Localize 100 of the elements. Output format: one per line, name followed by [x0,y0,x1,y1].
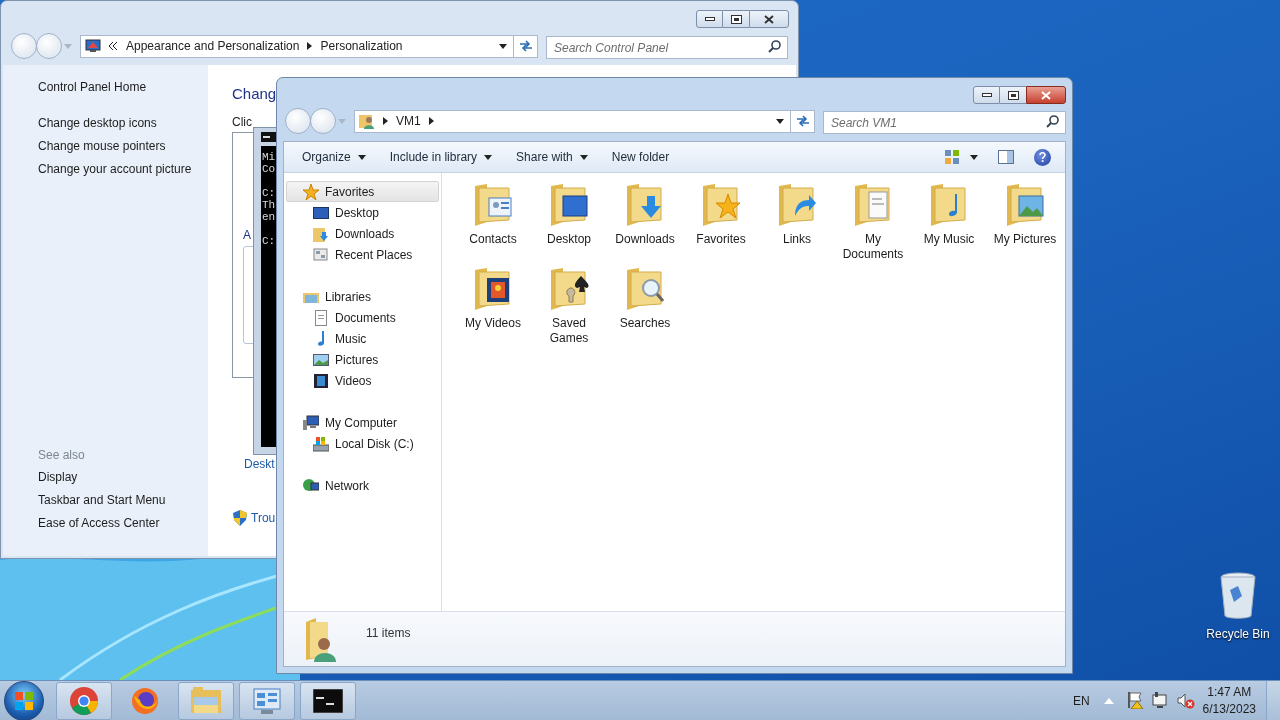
sidebar-link[interactable]: Change mouse pointers [38,138,166,161]
address-bar[interactable]: Appearance and Personalization Personalization [80,34,514,58]
picture-icon [313,351,329,368]
toolbar-button[interactable]: New folder [603,145,678,169]
restore-icon [730,14,742,24]
folder-item[interactable]: Links [759,180,835,247]
nav-item[interactable]: Downloads [286,223,439,244]
address-bar[interactable]: VM1 [354,109,791,133]
clock[interactable]: 1:47 AM 6/13/2023 [1202,683,1256,718]
speaker-muted-icon[interactable] [1176,692,1195,709]
view-grid-icon [945,150,960,164]
dropdown-caret-icon [970,154,978,160]
console-line: Co [262,163,276,175]
close-icon [764,14,774,24]
search-icon [1046,114,1059,128]
toolbar-button[interactable]: Include in library [381,145,501,169]
refresh-button[interactable] [514,34,538,58]
sidebar-link[interactable]: Control Panel Home [38,79,147,102]
folder-label: Saved Games [548,316,590,346]
start-button[interactable] [4,680,44,720]
nav-item[interactable]: Favorites [286,181,439,202]
see-also-link[interactable]: Display [38,469,78,492]
search-icon [768,39,781,53]
see-also-link[interactable]: Taskbar and Start Menu [38,492,166,515]
nav-item[interactable]: Network [286,475,439,496]
browser-icon [69,685,99,716]
shortcut-label: Recycle Bin [1206,626,1270,643]
terminal-icon [313,688,343,713]
minimize-icon [981,93,992,97]
search-field[interactable]: Search VM1 [823,111,1066,134]
see-also-link[interactable]: Ease of Access Center [38,515,160,538]
breadcrumb-item[interactable]: Personalization [320,37,403,55]
folder-label: Searches [618,316,672,331]
sidebar-link[interactable]: Change desktop icons [38,115,157,138]
toolbar-button[interactable]: Share with [508,145,596,169]
folder-icon [313,225,329,242]
language-indicator[interactable]: EN [1072,691,1090,710]
restore-icon [1007,90,1019,100]
browser-icon [130,685,160,716]
breadcrumb-item[interactable]: VM1 [396,112,421,130]
disk-drive-icon [313,435,329,452]
nav-item[interactable]: My Computer [286,412,439,433]
breadcrumb-arrow-icon [307,42,313,50]
flag-warning-icon[interactable] [1126,692,1144,709]
film-icon [313,372,329,389]
nav-item[interactable]: Music [286,328,439,349]
toolbar-button[interactable]: Organize [294,145,374,169]
nav-item[interactable]: Local Disk (C:) [286,433,439,454]
maximize-button[interactable] [1000,86,1026,104]
folder-label: My Music [922,232,976,247]
refresh-button[interactable] [791,109,815,133]
dropdown-caret-icon [357,154,366,160]
shield-icon [233,510,247,526]
folder-label: Favorites [695,232,747,247]
maximize-button[interactable] [723,10,749,28]
document-icon [313,309,329,326]
taskbar-app-button[interactable] [300,681,356,720]
nav-item[interactable]: Videos [286,370,439,391]
troubleshoot-link[interactable]: Trou [251,509,276,527]
sidebar-link[interactable]: Change your account picture [38,161,192,184]
nav-item[interactable]: Pictures [286,349,439,370]
minimize-icon [704,17,715,21]
double-chevron-icon [109,42,118,50]
monitor-icon [85,39,101,53]
folder-item[interactable]: My Music [911,180,987,247]
breadcrumb-arrow-icon [428,117,434,125]
folder-item[interactable]: Searches [607,264,683,331]
nav-item[interactable]: Libraries [286,286,439,307]
folder-item[interactable]: Saved Games [531,264,607,346]
folder-item[interactable]: Desktop [531,180,607,247]
page-title: Chang [232,84,277,104]
desktop-shortcut[interactable]: Recycle Bin [1204,572,1272,643]
network-icon[interactable] [1151,692,1169,709]
see-also-heading: See also [38,447,85,464]
folder-item[interactable]: Contacts [455,180,531,247]
nav-item[interactable]: Desktop [286,202,439,223]
console-line: Mi [262,151,276,163]
breadcrumb-item[interactable]: Appearance and Personalization [126,37,300,55]
desktop-background-link[interactable]: Deskt [244,455,275,473]
close-button[interactable] [749,10,789,28]
folder-item[interactable]: My Videos [455,264,531,331]
nav-item[interactable]: Recent Places [286,244,439,265]
close-button[interactable] [1026,86,1066,104]
section-heading: A [243,228,251,242]
folder-item[interactable]: My Documents [835,180,911,262]
dropdown-caret-icon [484,154,493,160]
help-icon [1039,152,1046,162]
folder-label: Contacts [468,232,518,247]
nav-item[interactable]: Documents [286,307,439,328]
search-field[interactable]: Search Control Panel [546,36,788,59]
help-button[interactable] [1034,148,1051,166]
refresh-icon [795,115,810,127]
control-panel-icon [252,685,282,716]
refresh-icon [518,40,533,52]
folder-item[interactable]: Favorites [683,180,759,247]
minimize-button[interactable] [973,86,1000,104]
minimize-button[interactable] [696,10,723,28]
monitor-icon [313,204,329,221]
folder-item[interactable]: Downloads [607,180,683,247]
folder-item[interactable]: My Pictures [987,180,1063,247]
